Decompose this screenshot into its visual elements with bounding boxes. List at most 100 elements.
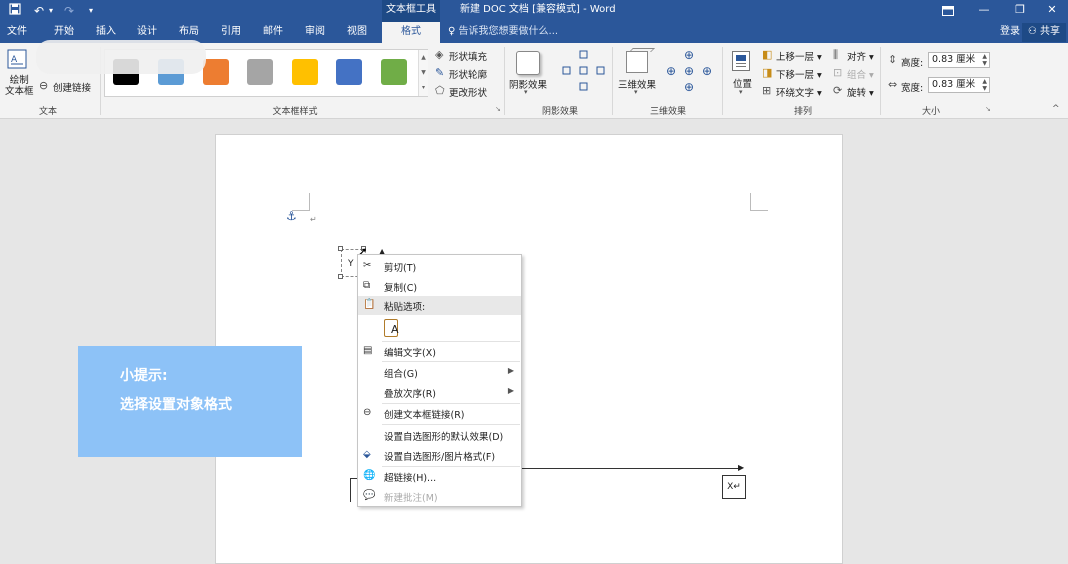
height-spinner-icon[interactable]: ▲ ▼ [982, 53, 987, 67]
rotate-button[interactable]: 旋转 ▾ [847, 85, 874, 99]
menu-item-format-shape[interactable]: ⬙ 设置自选图形/图片格式(F) [358, 446, 521, 465]
chevron-down-icon: ▾ [634, 88, 638, 96]
width-icon: ⇔ [888, 78, 898, 91]
draw-textbox-button[interactable]: 绘制 文本框 [5, 75, 34, 97]
width-input[interactable]: 0.83 厘米 ▲ ▼ [928, 77, 990, 93]
share-button[interactable]: ⚇ 共享 [1021, 23, 1066, 42]
menu-item-create-textbox-link[interactable]: ⊖ 创建文本框链接(R) [358, 404, 521, 423]
tab-file[interactable]: 文件 [0, 22, 34, 43]
menu-item-label: 组合(G) [384, 369, 418, 380]
gallery-scroll[interactable]: ▲ ▼ ▾ [418, 50, 428, 96]
menu-item-label: 粘贴选项: [384, 302, 426, 313]
menu-item-hyperlink[interactable]: 🌐 超链接(H)... [358, 467, 521, 486]
submenu-arrow-icon: ▶ [507, 386, 514, 395]
customize-quick-access-icon[interactable]: ▾ [82, 2, 100, 20]
close-button[interactable]: ✕ [1034, 0, 1068, 22]
textbox-tools-context-label: 文本框工具 [382, 0, 440, 22]
menu-item-order[interactable]: 叠放次序(R) ▶ [358, 383, 521, 402]
tab-references[interactable]: 引用 [211, 22, 251, 43]
paragraph-mark: ↵ [310, 215, 317, 224]
style-swatch-orange[interactable] [203, 59, 229, 85]
height-input[interactable]: 0.83 厘米 ▲ ▼ [928, 52, 990, 68]
style-swatch-green[interactable] [381, 59, 407, 85]
login-link[interactable]: 登录 [1000, 22, 1020, 43]
menu-item-label: 创建文本框链接(R) [384, 410, 465, 421]
width-label: 宽度: [901, 83, 924, 94]
shape-outline-button[interactable]: 形状轮廓 [449, 67, 487, 81]
person-icon: ⚇ [1027, 26, 1037, 37]
menu-item-new-comment[interactable]: 💬 新建批注(M) [358, 487, 521, 506]
menu-item-group[interactable]: 组合(G) ▶ [358, 363, 521, 382]
save-icon[interactable] [6, 2, 24, 20]
redo-icon[interactable]: ↷ [60, 2, 78, 20]
wrap-text-button[interactable]: 环绕文字 ▾ [776, 85, 822, 99]
tip-callout: 小提示: 选择设置对象格式 [78, 346, 302, 457]
textbox-x[interactable]: X↵ [722, 475, 746, 499]
bring-forward-button[interactable]: 上移一层 ▾ [776, 49, 822, 63]
wrap-text-label: 环绕文字 [776, 88, 815, 99]
height-value: 0.83 厘米 [932, 54, 976, 65]
edit-text-icon: ▤ [363, 345, 373, 356]
chevron-down-icon: ▾ [739, 88, 743, 96]
menu-separator [382, 424, 520, 425]
position-icon[interactable] [732, 51, 750, 71]
menu-item-cut[interactable]: ✂ 剪切(T) [358, 257, 521, 276]
tip-body: 选择设置对象格式 [120, 397, 232, 413]
style-swatch-gold[interactable] [292, 59, 318, 85]
tab-format[interactable]: 格式 [382, 22, 440, 43]
threed-effect-icon[interactable] [626, 48, 655, 73]
menu-item-set-default-shape[interactable]: 设置自选图形的默认效果(D) [358, 426, 521, 445]
shadow-effects-group-label: 阴影效果 [541, 107, 578, 117]
ribbon-display-options-icon[interactable] [930, 0, 966, 22]
menu-item-copy[interactable]: ⧉ 复制(C) [358, 277, 521, 296]
send-backward-label: 下移一层 [776, 70, 815, 81]
menu-item-edit-text[interactable]: ▤ 编辑文字(X) [358, 342, 521, 361]
pen-outline-icon: ✎ [435, 66, 445, 79]
height-icon: ⇕ [888, 53, 898, 66]
resize-handle[interactable] [338, 246, 343, 251]
draw-textbox-icon[interactable]: A [7, 49, 27, 72]
change-shape-button[interactable]: 更改形状 [449, 85, 487, 99]
wrap-text-icon: ⊞ [762, 84, 772, 97]
document-page[interactable]: ⚓ ↵ Y ▲ ▶ X↵ ➚ [215, 134, 843, 564]
send-backward-button[interactable]: 下移一层 ▾ [776, 67, 822, 81]
rotate-label: 旋转 [847, 88, 867, 99]
resize-handle[interactable] [338, 274, 343, 279]
tell-me-search[interactable]: ♀ 告诉我您想要做什么... [448, 22, 558, 43]
shape-fill-button[interactable]: 形状填充 [449, 49, 487, 63]
lightbulb-icon: ♀ [448, 26, 456, 37]
minimize-button[interactable]: — [966, 0, 1002, 22]
tab-view[interactable]: 视图 [337, 22, 377, 43]
restore-button[interactable]: ❐ [1002, 0, 1038, 22]
share-label: 共享 [1040, 26, 1060, 37]
shadow-nudge-grid-icon[interactable] [560, 49, 608, 97]
group-objects-button[interactable]: 组合 ▾ [847, 67, 874, 81]
align-button[interactable]: 对齐 ▾ [847, 49, 874, 63]
shadow-effect-button[interactable]: 阴影效果 [509, 77, 547, 91]
width-spinner-icon[interactable]: ▲ ▼ [982, 78, 987, 92]
align-label: 对齐 [847, 52, 867, 63]
menu-item-paste-text-only[interactable]: A [358, 316, 521, 340]
dialog-launcher-icon[interactable]: ↘ [495, 106, 501, 113]
create-link-button[interactable]: 创建链接 [53, 80, 91, 94]
menu-item-label: 剪切(T) [384, 263, 417, 274]
width-value: 0.83 厘米 [932, 79, 976, 90]
collapse-ribbon-icon[interactable]: ^ [1052, 105, 1060, 114]
menu-item-label: 设置自选图形/图片格式(F) [384, 452, 496, 463]
anchor-icon: ⚓ [286, 209, 297, 223]
x-axis-line[interactable] [516, 468, 741, 469]
undo-dropdown-icon[interactable]: ▾ [42, 2, 60, 20]
textbox-y-text: Y [348, 259, 354, 269]
tab-review[interactable]: 审阅 [295, 22, 335, 43]
dialog-launcher-icon[interactable]: ↘ [985, 106, 991, 113]
title-bar: ↶ ▾ ↷ ▾ 文本框工具 新建 DOC 文档 [兼容模式] - Word — … [0, 0, 1068, 22]
link-chain-icon: ⊖ [39, 79, 49, 92]
hyperlink-icon: 🌐 [363, 470, 376, 481]
shadow-effect-icon[interactable] [516, 51, 540, 75]
tab-mailings[interactable]: 邮件 [253, 22, 293, 43]
tip-title: 小提示: [120, 368, 168, 384]
style-swatch-gray[interactable] [247, 59, 273, 85]
send-backward-icon: ◨ [762, 66, 773, 79]
margin-corner-mark [750, 193, 768, 211]
style-swatch-dark-blue[interactable] [336, 59, 362, 85]
